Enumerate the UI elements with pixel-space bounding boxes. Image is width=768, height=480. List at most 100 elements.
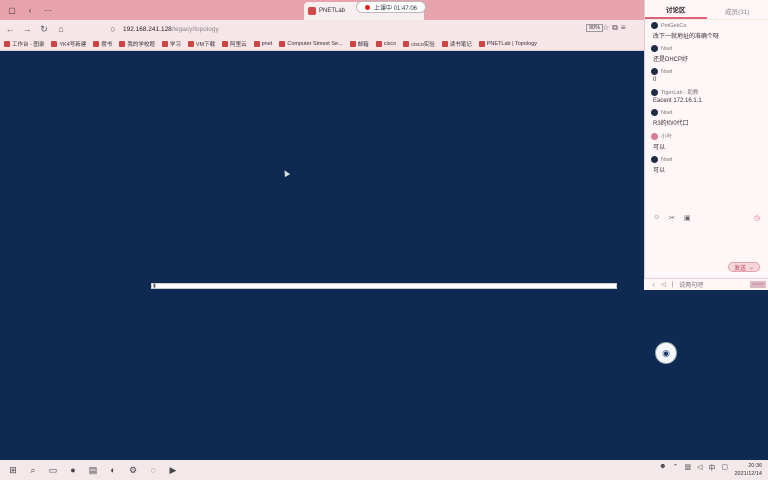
message-text: R3的f0/0代口 xyxy=(653,121,689,127)
search-icon[interactable]: ⌕ xyxy=(26,463,40,477)
address-bar[interactable]: ○ 192.168.241.128 /legacy/topology xyxy=(106,23,582,35)
avatar xyxy=(651,132,658,140)
start-icon[interactable]: ⊞ xyxy=(6,463,20,477)
tab-discussion[interactable]: 讨论区 xyxy=(645,4,707,19)
bookmark-item[interactable]: YK4号新建 xyxy=(51,40,86,48)
recording-status-text: 上课中 01:47:06 xyxy=(374,5,418,12)
mouse-cursor-icon xyxy=(281,168,291,178)
loading-handle-icon: ▮ xyxy=(153,283,156,289)
topology-canvas[interactable]: ▮ xyxy=(0,51,644,460)
message-user: Nset xyxy=(661,109,673,116)
up-arrow-icon[interactable]: ⌃ xyxy=(672,463,678,473)
send-button[interactable]: 发送 ⌄ xyxy=(728,262,761,272)
bookmark-icon xyxy=(349,41,356,47)
terminal-icon[interactable]: ▶ xyxy=(166,463,180,477)
home-icon[interactable]: ⌂ xyxy=(54,22,68,36)
address-path: /legacy/topology xyxy=(171,25,219,33)
clock[interactable]: 20:36 2021/12/14 xyxy=(734,462,762,478)
browser-tab-title: PNETLab xyxy=(319,8,346,14)
forward-arrow-icon[interactable]: → xyxy=(20,22,34,36)
history-icon[interactable]: ◷ xyxy=(754,214,760,222)
tab-members[interactable]: 成员(31) xyxy=(707,6,768,19)
bookmark-item[interactable]: 阿里云 xyxy=(222,40,247,48)
list-item: PetGekCo 改下一就地址的准确个呀 xyxy=(651,22,762,40)
emoji-icon[interactable]: ☺ xyxy=(653,214,660,222)
list-item: Nset 0 xyxy=(651,68,762,83)
chat-input[interactable]: 说两句吧 xyxy=(679,280,703,289)
bookmark-icon xyxy=(222,41,229,47)
message-text: Eacent 172.16.1.1 xyxy=(653,98,702,104)
browser-icon[interactable]: ◐ xyxy=(106,463,120,477)
bookmark-icon xyxy=(279,41,286,47)
discussion-panel: 讨论区 成员(31) PetGekCo 改下一就地址的准确个呀 Nset 还是D… xyxy=(644,0,768,290)
bookmark-item[interactable]: cisco xyxy=(375,41,396,47)
bookmark-item[interactable]: 攒书 xyxy=(93,40,112,48)
bookmark-item[interactable]: 学习 xyxy=(161,40,181,48)
bookmark-item[interactable]: VM下载 xyxy=(187,40,215,48)
menu-icon[interactable]: ≡ xyxy=(621,23,626,33)
message-user: Nset xyxy=(661,68,673,75)
bookmark-icon xyxy=(51,41,58,47)
bookmark-icon xyxy=(441,41,448,47)
recording-status-pill[interactable]: 上课中 01:47:06 xyxy=(356,1,427,13)
bookmark-icon xyxy=(119,41,126,47)
zoom-level[interactable]: 90% xyxy=(586,24,604,32)
task-view-icon[interactable]: ▭ xyxy=(46,463,60,477)
message-user: Nset xyxy=(661,156,673,163)
chevron-down-icon: ⌄ xyxy=(749,264,755,271)
bookmark-item[interactable]: cisco实验 xyxy=(403,40,435,48)
avatar xyxy=(651,156,658,163)
bookmark-icon xyxy=(4,41,10,47)
divider: | xyxy=(671,281,674,288)
avatar-icon[interactable]: ☻ xyxy=(659,463,666,473)
floating-action-button[interactable]: ◉ xyxy=(655,342,677,364)
list-item: Nset R3的f0/0代口 xyxy=(651,109,762,127)
avatar xyxy=(651,22,658,29)
extensions-icon[interactable]: ⧉ xyxy=(612,23,618,33)
window-menu-icon[interactable]: ▢ xyxy=(6,4,18,16)
volume-icon[interactable]: ◁ xyxy=(697,463,702,473)
more-icon[interactable]: ⋯⋯ xyxy=(750,281,766,288)
bookmark-item[interactable]: 读书笔记 xyxy=(441,40,472,48)
message-user: PetGekCo xyxy=(661,22,687,29)
bookmark-icon xyxy=(375,41,382,47)
clock-time: 20:36 xyxy=(748,463,762,469)
pnetlab-favicon-icon xyxy=(308,7,316,15)
back-arrow-icon[interactable]: ← xyxy=(3,22,17,36)
avatar xyxy=(651,45,658,52)
microphone-icon[interactable]: ♪ xyxy=(652,282,655,288)
bookmark-icon xyxy=(187,41,194,47)
security-shield-icon: ○ xyxy=(110,24,116,34)
bookmark-item[interactable]: Computer Simest Se... xyxy=(279,41,343,47)
folder-icon[interactable]: ▤ xyxy=(86,463,100,477)
back-tab-icon[interactable]: ‹ xyxy=(24,4,36,16)
bookmark-item[interactable]: pnet xyxy=(253,41,272,47)
tab-list-icon[interactable]: ⋯ xyxy=(42,4,54,16)
app-icon[interactable]: ● xyxy=(66,463,80,477)
bookmark-icon xyxy=(478,41,485,47)
bookmark-item[interactable]: PNETLab | Topology xyxy=(478,41,537,47)
message-text: 可以 xyxy=(653,145,666,151)
speaker-icon[interactable]: ◁ xyxy=(661,281,666,288)
scissors-icon[interactable]: ✂ xyxy=(669,214,675,222)
bookmark-item[interactable]: 我的学校题 xyxy=(119,40,155,48)
chat-app-icon[interactable]: ◌ xyxy=(146,463,160,477)
message-user: 小叶 xyxy=(661,134,673,140)
list-item: Nset 还是DHCP好 xyxy=(651,45,762,63)
message-text: 可以 xyxy=(653,168,666,174)
notification-icon[interactable]: ▢ xyxy=(721,463,728,473)
image-icon[interactable]: ▣ xyxy=(684,214,691,222)
star-icon[interactable]: ☆ xyxy=(602,23,609,33)
bookmark-item[interactable]: 工作台 - 图录 xyxy=(4,40,44,48)
message-text: 改下一就地址的准确个呀 xyxy=(653,34,720,40)
network-icon[interactable]: ▥ xyxy=(684,463,691,473)
avatar xyxy=(651,109,658,116)
ime-icon[interactable]: 中 xyxy=(708,463,715,473)
bookmarks-bar: 工作台 - 图录 YK4号新建 攒书 我的学校题 学习 VM下载 阿里云 pne… xyxy=(0,38,644,51)
settings-icon[interactable]: ⚙ xyxy=(126,463,140,477)
message-text: 0 xyxy=(653,77,657,83)
reload-icon[interactable]: ↻ xyxy=(37,22,51,36)
bookmark-item[interactable]: 邮箱 xyxy=(349,40,369,48)
clock-date: 2021/12/14 xyxy=(734,471,762,477)
message-user: TigerLab - 助教 xyxy=(661,90,699,96)
